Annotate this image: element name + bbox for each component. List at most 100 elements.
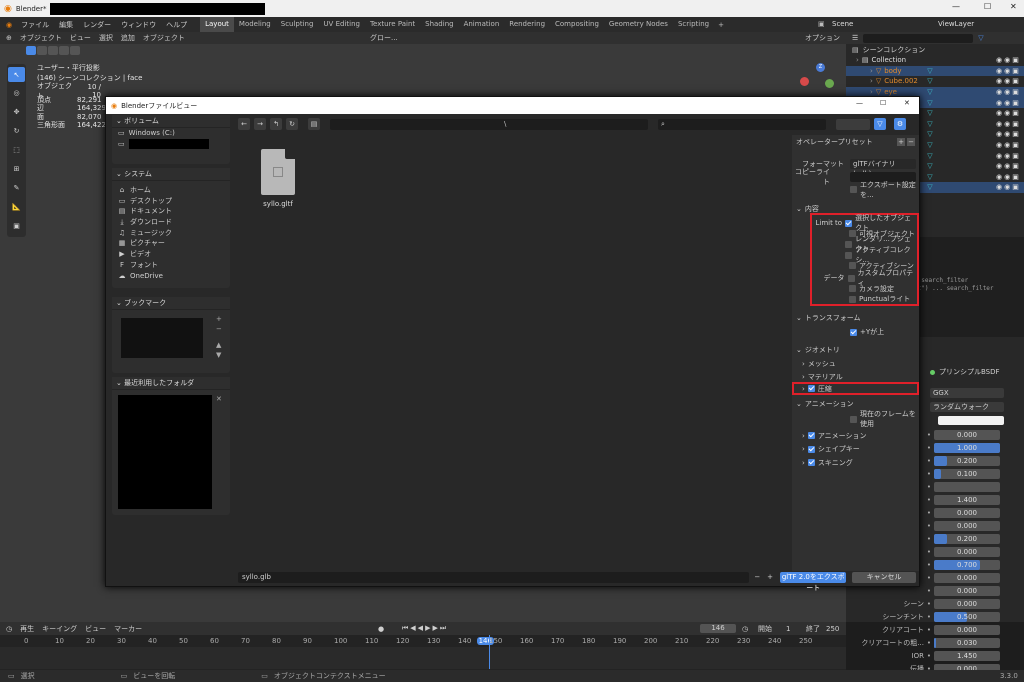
system-item[interactable]: ⤓ ダウンロード [112,217,230,228]
orientation-selector[interactable]: グロー... [370,33,398,43]
mesh-section[interactable]: › メッシュ [802,357,836,370]
back-icon[interactable]: ← [238,118,250,130]
recent-list[interactable] [118,395,212,509]
expand-arrow-icon[interactable]: › [870,88,873,96]
menu-view[interactable]: ビュー [70,33,91,43]
clock-icon[interactable]: ◷ [742,625,748,633]
property-value-field[interactable]: 0.000 [934,507,1000,518]
volume-item-redacted[interactable]: ▭ [112,139,230,150]
cancel-button[interactable]: キャンセル [852,571,916,583]
system-header[interactable]: ⌄ システム [112,168,230,181]
expand-arrow-icon[interactable]: › [870,77,873,85]
expand-arrow-icon[interactable]: › [856,56,859,64]
animation-subsection-checkbox[interactable] [807,445,815,453]
scale-tool-icon[interactable]: ⬚ [8,141,25,158]
add-workspace-button[interactable]: + [718,21,724,29]
gizmo-z-axis-icon[interactable]: Z [816,63,825,72]
workspace-tab[interactable]: Sculpting [276,17,319,32]
current-frame-checkbox[interactable] [850,415,857,423]
annotate-tool-icon[interactable]: ✎ [8,179,25,196]
dialog-minimize-button[interactable]: — [856,99,863,107]
preset-remove-button[interactable]: − [907,138,915,146]
menu-item[interactable]: 編集 [54,20,78,30]
filter-icon[interactable]: ▽ [978,34,983,42]
record-icon[interactable]: ● [378,625,384,633]
animation-section[interactable]: ⌄ アニメーション [796,397,854,410]
rotate-tool-icon[interactable]: ↻ [8,122,25,139]
select-invert-icon[interactable] [59,46,69,55]
remember-checkbox[interactable] [850,186,857,193]
filename-field[interactable]: syllo.glb [238,571,749,583]
include-checkbox[interactable] [849,285,856,293]
bookmark-down-button[interactable]: ▼ [216,351,221,359]
gizmo-x-axis-icon[interactable] [800,77,809,86]
playback-controls[interactable]: ⏮◀◀▶▶⏭ [402,624,448,633]
current-frame-row[interactable]: 現在のフレームを使用 [850,410,919,428]
system-item[interactable]: ▤ ドキュメント [112,206,230,217]
outliner-search-field[interactable] [863,33,974,43]
end-frame-field[interactable]: 250 [826,625,839,633]
current-frame-field[interactable]: 146 [700,624,736,633]
preset-add-button[interactable]: + [897,138,905,146]
scene-collection-label[interactable]: シーンコレクション [863,45,926,55]
include-option-row[interactable]: Limit to 選択したオブジェクト [812,214,917,232]
settings-icon[interactable]: ⚙ [894,118,906,130]
playhead-line[interactable] [489,635,490,669]
parent-dir-icon[interactable]: ↰ [270,118,282,130]
preset-label[interactable]: オペレータープリセット [796,137,873,147]
visibility-icons[interactable]: ◉◉▣ [996,120,1021,128]
forward-icon[interactable]: → [254,118,266,130]
compression-section[interactable]: › 圧縮 [792,382,919,395]
workspace-tab[interactable]: Modeling [234,17,276,32]
playback-menu[interactable]: 再生 [20,624,34,634]
system-item[interactable]: F フォント [112,260,230,271]
marker-menu[interactable]: マーカー [114,624,142,634]
visibility-icons[interactable]: ◉◉▣ [996,56,1021,64]
base-color-swatch[interactable] [938,416,1004,425]
system-item[interactable]: ▭ デスクトップ [112,196,230,207]
workspace-tab[interactable]: Animation [459,17,505,32]
geometry-section[interactable]: ⌄ ジオメトリ [796,343,840,356]
visibility-icons[interactable]: ◉◉▣ [996,183,1021,191]
filter-icon[interactable]: ▽ [874,118,886,130]
bookmark-up-button[interactable]: ▲ [216,341,221,349]
visibility-icons[interactable]: ◉◉▣ [996,173,1021,181]
menu-add[interactable]: 追加 [121,33,135,43]
close-button[interactable]: ✕ [1010,2,1017,11]
scene-icon[interactable]: ▣ [818,20,825,28]
workspace-tab[interactable]: Geometry Nodes [604,17,673,32]
property-value-field[interactable]: 0.000 [934,585,1000,596]
menu-item[interactable]: ヘルプ [161,20,192,30]
timeline-editor-icon[interactable]: ◷ [6,625,12,633]
maximize-button[interactable]: ☐ [984,2,991,11]
move-tool-icon[interactable]: ✥ [8,103,25,120]
workspace-tab[interactable]: Layout [200,17,234,32]
property-value-field[interactable]: 0.200 [934,533,1000,544]
include-checkbox[interactable] [847,274,855,282]
volumes-header[interactable]: ⌄ ボリューム [112,115,230,128]
options-menu[interactable]: オプション [805,33,840,43]
minimize-button[interactable]: — [952,2,960,11]
property-value-field[interactable]: 0.000 [934,520,1000,531]
gizmo-y-axis-icon[interactable] [825,79,834,88]
cursor-tool-icon[interactable]: ◎ [8,84,25,101]
visibility-icons[interactable]: ◉◉▣ [996,141,1021,149]
select-extend-icon[interactable] [37,46,47,55]
search-field[interactable]: ⌕ [658,118,826,130]
system-item[interactable]: ▦ ピクチャー [112,238,230,249]
outliner-type-icon[interactable]: ☰ [852,34,858,42]
file-list[interactable]: syllo.gltf [235,135,789,565]
distribution-select[interactable]: GGX [930,388,1004,398]
start-frame-field[interactable]: 1 [786,625,790,633]
file-item[interactable]: syllo.gltf [253,149,303,208]
system-item[interactable]: ♫ ミュージック [112,228,230,239]
property-value-field[interactable]: 0.500 [934,611,1000,622]
property-value-field[interactable]: 1.400 [934,494,1000,505]
visibility-icons[interactable]: ◉◉▣ [996,88,1021,96]
expand-arrow-icon[interactable]: › [870,67,873,75]
workspace-tab[interactable]: Scripting [673,17,714,32]
property-value-field[interactable]: 0.000 [934,598,1000,609]
system-item[interactable]: ▶ ビデオ [112,249,230,260]
surface-shader[interactable]: プリンシプルBSDF [939,367,1000,377]
property-value-field[interactable]: 0.000 [934,429,1000,440]
